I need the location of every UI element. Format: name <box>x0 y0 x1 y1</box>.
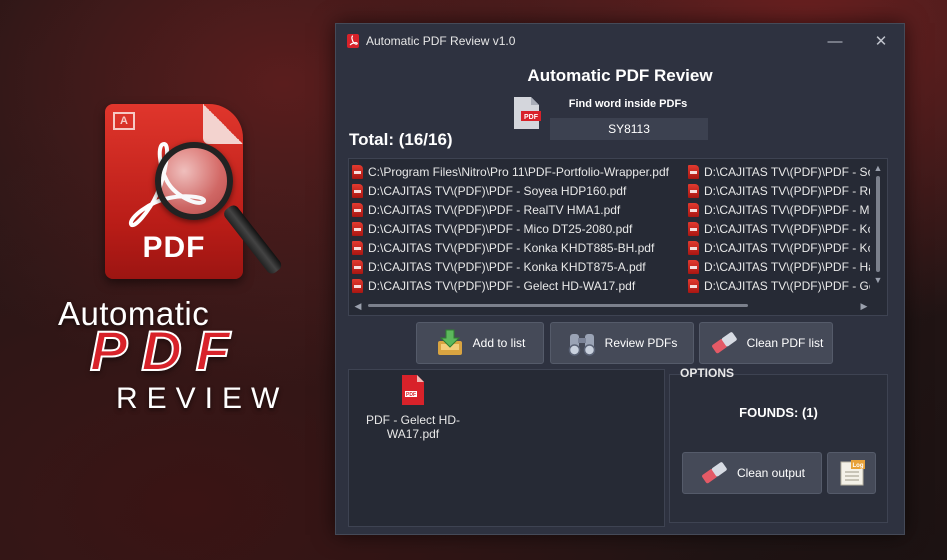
svg-text:PDF: PDF <box>524 114 539 121</box>
binoculars-icon <box>568 334 595 356</box>
list-item[interactable]: D:\CAJITAS TV\(PDF)\PDF - Soy <box>688 162 870 181</box>
file-list-column-2: D:\CAJITAS TV\(PDF)\PDF - Soy D:\CAJITAS… <box>688 162 870 295</box>
list-item[interactable]: D:\CAJITAS TV\(PDF)\PDF - Mic <box>688 200 870 219</box>
download-tray-icon <box>437 329 462 355</box>
close-button[interactable]: ✕ <box>858 24 904 58</box>
vertical-scroll-thumb[interactable] <box>876 176 880 272</box>
list-item[interactable]: D:\CAJITAS TV\(PDF)\PDF - Run <box>688 181 870 200</box>
pdf-icon <box>352 240 363 255</box>
svg-text:PDF: PDF <box>406 392 416 398</box>
list-item[interactable]: D:\CAJITAS TV\(PDF)\PDF - Konka KHDT875-… <box>352 257 688 276</box>
vertical-scrollbar[interactable]: ▲ ▼ <box>871 162 885 296</box>
options-panel: FOUNDS: (1) <box>669 374 888 523</box>
pdf-icon <box>688 259 699 274</box>
list-item[interactable]: D:\CAJITAS TV\(PDF)\PDF - Kor <box>688 219 870 238</box>
open-log-button[interactable]: Log <box>827 452 876 494</box>
pdf-icon <box>688 221 699 236</box>
list-item[interactable]: C:\Program Files\Nitro\Pro 11\PDF-Portfo… <box>352 162 688 181</box>
app-pdf-icon <box>347 34 359 48</box>
promo-logo: A PDF Automatic PDF REVIEW <box>50 100 320 430</box>
add-to-list-button[interactable]: Add to list <box>416 322 544 364</box>
horizontal-scroll-thumb[interactable] <box>368 304 748 307</box>
pdf-icon <box>352 202 363 217</box>
total-count: Total: (16/16) <box>349 130 453 149</box>
clean-output-label: Clean output <box>736 466 806 480</box>
list-item[interactable]: D:\CAJITAS TV\(PDF)\PDF - Gel <box>688 276 870 295</box>
pdf-icon <box>688 278 699 293</box>
horizontal-scrollbar[interactable]: ◀ ▶ <box>352 299 870 313</box>
search-word-input[interactable] <box>550 118 708 140</box>
page-fold <box>203 104 243 144</box>
pdf-icon <box>688 240 699 255</box>
log-file-icon: Log <box>840 460 865 486</box>
pdf-icon <box>688 183 699 198</box>
pdf-icon <box>352 221 363 236</box>
scroll-right-arrow-icon[interactable]: ▶ <box>858 301 870 312</box>
pdf-icon <box>352 164 363 179</box>
svg-text:Log: Log <box>852 463 863 469</box>
minimize-button[interactable]: — <box>812 24 858 58</box>
pdf-icon <box>688 202 699 217</box>
eraser-icon <box>702 462 727 484</box>
pdf-file-list[interactable]: C:\Program Files\Nitro\Pro 11\PDF-Portfo… <box>348 158 888 316</box>
pdf-file-icon: PDF <box>514 97 541 129</box>
scroll-up-arrow-icon[interactable]: ▲ <box>871 162 885 174</box>
add-to-list-label: Add to list <box>472 336 526 350</box>
result-file-name: PDF - Gelect HD-WA17.pdf <box>365 413 460 441</box>
results-panel[interactable]: PDF PDF - Gelect HD-WA17.pdf <box>348 369 665 527</box>
review-pdfs-button[interactable]: Review PDFs <box>550 322 694 364</box>
clean-output-button[interactable]: Clean output <box>682 452 822 494</box>
clean-pdf-list-label: Clean PDF list <box>746 336 824 350</box>
app-window: Automatic PDF Review v1.0 — ✕ Automatic … <box>335 23 905 535</box>
list-item[interactable]: D:\CAJITAS TV\(PDF)\PDF - Gelect HD-WA17… <box>352 276 688 295</box>
promo-pdf-text: PDF <box>89 318 244 383</box>
pdf-icon <box>352 259 363 274</box>
pdf-doc-label: PDF <box>142 231 206 264</box>
list-item[interactable]: D:\CAJITAS TV\(PDF)\PDF - Konka KHDT885-… <box>352 238 688 257</box>
scroll-down-arrow-icon[interactable]: ▼ <box>871 274 885 286</box>
pdf-icon <box>352 278 363 293</box>
list-item[interactable]: D:\CAJITAS TV\(PDF)\PDF - Soyea HDP160.p… <box>352 181 688 200</box>
list-item[interactable]: D:\CAJITAS TV\(PDF)\PDF - Kor <box>688 238 870 257</box>
find-word-label: Find word inside PDFs <box>568 98 688 110</box>
adobe-badge: A <box>113 112 135 130</box>
pdf-icon <box>688 164 699 179</box>
eraser-icon <box>711 332 737 354</box>
list-item[interactable]: D:\CAJITAS TV\(PDF)\PDF - Hai <box>688 257 870 276</box>
window-title: Automatic PDF Review v1.0 <box>366 34 516 48</box>
title-bar[interactable]: Automatic PDF Review v1.0 — ✕ <box>336 24 904 58</box>
app-heading: Automatic PDF Review <box>527 66 713 85</box>
file-list-column-1: C:\Program Files\Nitro\Pro 11\PDF-Portfo… <box>352 162 688 295</box>
review-pdfs-label: Review PDFs <box>604 336 678 350</box>
founds-count: FOUNDS: (1) <box>739 405 818 420</box>
scroll-left-arrow-icon[interactable]: ◀ <box>352 301 364 312</box>
list-item[interactable]: D:\CAJITAS TV\(PDF)\PDF - RealTV HMA1.pd… <box>352 200 688 219</box>
pdf-icon <box>352 183 363 198</box>
promo-review-text: REVIEW <box>116 382 289 415</box>
clean-pdf-list-button[interactable]: Clean PDF list <box>699 322 833 364</box>
options-label: OPTIONS <box>680 366 735 380</box>
pdf-file-icon: PDF <box>402 375 424 405</box>
magnifier-lens-icon <box>155 142 233 220</box>
result-file-item[interactable]: PDF PDF - Gelect HD-WA17.pdf <box>361 374 465 441</box>
list-item[interactable]: D:\CAJITAS TV\(PDF)\PDF - Mico DT25-2080… <box>352 219 688 238</box>
